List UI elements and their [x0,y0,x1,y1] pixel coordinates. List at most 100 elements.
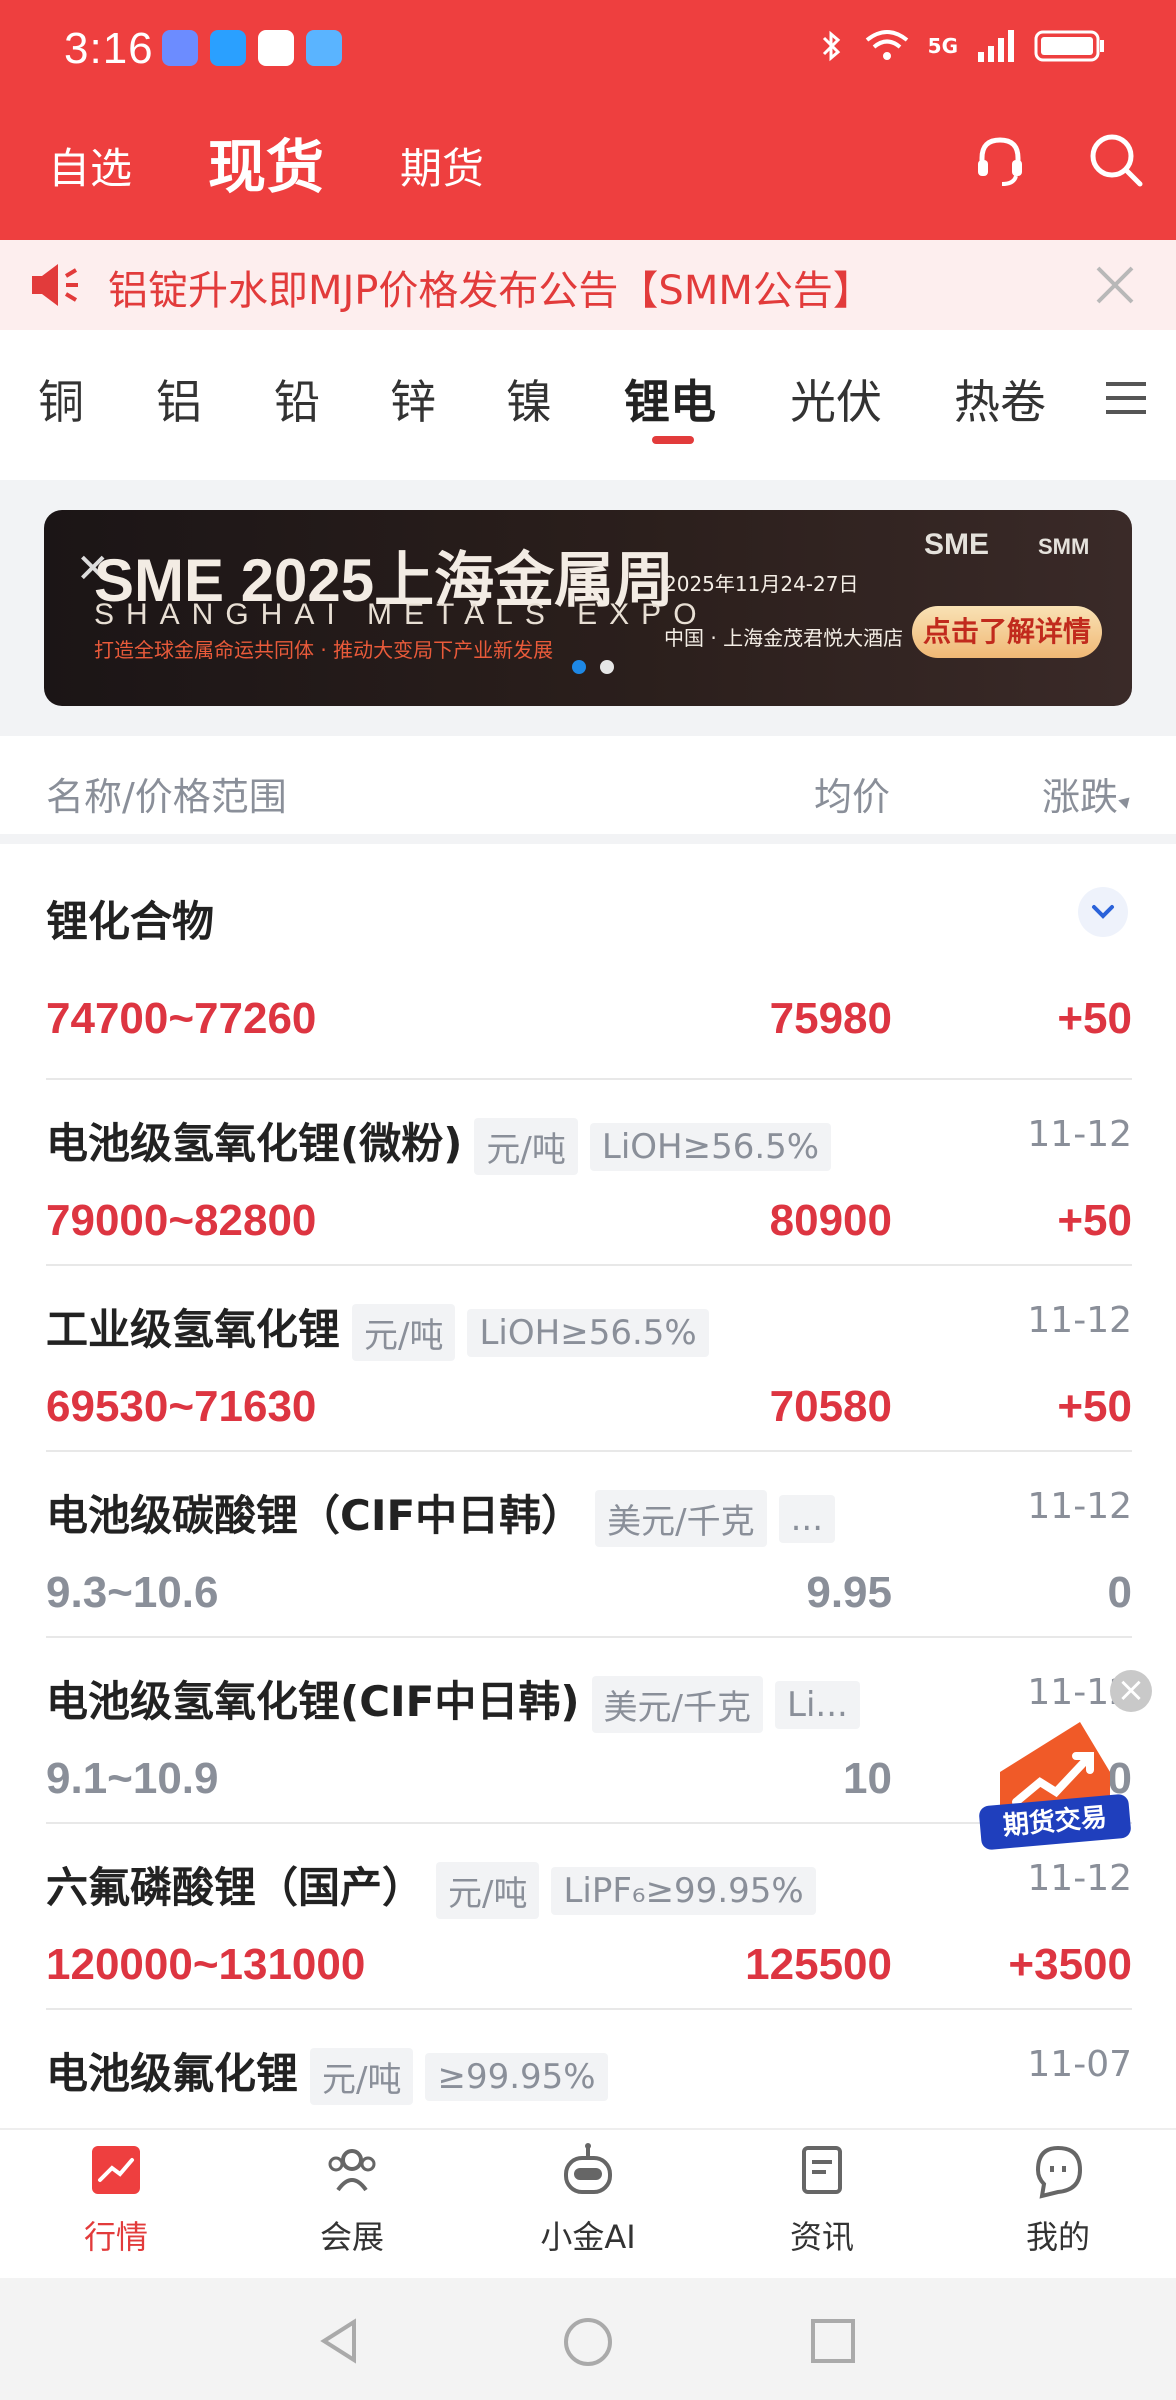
product-name-text: 电池级氟化锂 [46,2049,299,2098]
home-icon[interactable] [562,2316,614,2368]
mobile-app-icon [258,30,294,66]
system-navigation-bar [0,2278,1176,2400]
price-change: +50 [1057,1196,1132,1245]
category-tab-zinc[interactable]: 锌 [390,366,436,432]
price-date: 11-12 [1027,1300,1132,1341]
price-date: 11-12 [1027,1114,1132,1155]
banner-venue: 中国 · 上海金茂君悦大酒店 [664,626,904,650]
table-row[interactable]: 电池级氟化锂 元/吨 ≥99.95% 11-07 [46,2010,1132,2128]
price-range: 74700~77260 [46,994,317,1043]
product-name-text: 六氟磷酸锂（国产） [46,1863,425,1912]
status-indicators: 5G [818,28,1106,64]
nav-market[interactable]: 行情 [36,2140,196,2258]
price-date: 11-12 [1027,1858,1132,1899]
table-row[interactable]: 六氟磷酸锂（国产） 元/吨 LiPF₆≥99.95% 11-12 120000~13… [46,1824,1132,2010]
category-tab-copper[interactable]: 铜 [38,366,84,432]
unit-tag: 美元/千克 [595,1490,767,1547]
market-chart-icon [92,2146,140,2194]
banner-cta-button[interactable]: 点击了解详情 [912,606,1102,658]
category-tab-lead[interactable]: 铅 [274,366,320,432]
search-icon[interactable] [1086,130,1146,190]
nav-label: 我的 [1025,2218,1090,2256]
spec-tag: LiOH≥56.5% [467,1308,709,1357]
sme-logo: SME [924,528,990,561]
close-icon[interactable] [1088,258,1142,312]
wifi-icon [865,30,908,60]
network-type: 5G [927,34,958,58]
announcement-text[interactable]: 铝锭升水即MJP价格发布公告【SMM公告】 [108,258,873,316]
carousel-dot[interactable] [572,660,586,674]
status-time: 3:16 [64,24,154,73]
tab-futures[interactable]: 期货 [400,135,484,198]
price-change: +50 [1057,994,1132,1043]
spec-tag: LiPF₆≥99.95% [551,1866,816,1915]
back-icon[interactable] [316,2316,366,2366]
speaker-icon [32,264,78,306]
profile-icon [1035,2145,1083,2199]
spec-tag: ≥99.95% [425,2052,608,2101]
price-change: 0 [1107,1568,1132,1617]
price-change: +50 [1057,1382,1132,1431]
table-row[interactable]: 工业级氢氧化锂 元/吨 LiOH≥56.5% 11-12 69530~71630 7… [46,1266,1132,1452]
weather-app-icon [306,30,342,66]
customer-service-icon[interactable] [970,130,1030,190]
nav-exhibition[interactable]: 会展 [272,2140,432,2258]
active-tab-indicator [652,436,694,444]
average-price: 9.95 [806,1568,892,1617]
robot-icon [564,2143,612,2194]
banner-tagline: 打造全球金属命运共同体 · 推动大变局下产业新发展 [94,638,554,662]
product-name-text: 电池级氢氧化锂(微粉) [46,1119,463,1168]
price-range: 9.1~10.9 [46,1754,219,1803]
table-row[interactable]: 74700~77260 75980 +50 [46,950,1132,1080]
menu-icon[interactable] [1104,378,1148,418]
price-range: 79000~82800 [46,1196,317,1245]
spec-tag: LiOH≥56.5% [589,1122,832,1171]
spec-tag: Li... [775,1680,860,1729]
float-close-icon[interactable]: × [1110,1670,1152,1712]
nav-news[interactable]: 资讯 [742,2140,902,2258]
carousel-dot[interactable] [600,660,614,674]
table-row[interactable]: 电池级氢氧化锂(微粉) 元/吨 LiOH≥56.5% 11-12 79000~828… [46,1080,1132,1266]
tab-watchlist[interactable]: 自选 [48,135,132,198]
nav-label: 资讯 [789,2218,854,2256]
category-tab-hot-rolled[interactable]: 热卷 [954,366,1046,432]
column-change[interactable]: 涨跌 [1042,766,1118,821]
price-range: 120000~131000 [46,1940,366,1989]
tab-spot[interactable]: 现货 [208,120,324,206]
category-tab-lithium-battery[interactable]: 锂电 [624,366,716,432]
search-app-icon [210,30,246,66]
nav-label: 行情 [83,2218,148,2256]
product-name-text: 工业级氢氧化锂 [46,1305,341,1354]
market-tabs: 自选 现货 期货 [48,120,560,206]
nav-ai[interactable]: 小金AI [508,2140,668,2258]
chevron-down-icon[interactable] [1078,887,1128,937]
banner-date: 2025年11月24-27日 [664,572,859,596]
nav-profile[interactable]: 我的 [978,2140,1138,2258]
column-average[interactable]: 均价 [814,766,890,821]
table-row[interactable]: 电池级碳酸锂（CIF中日韩） 美元/千克... 11-12 9.3~10.6 9.… [46,1452,1132,1638]
price-range: 9.3~10.6 [46,1568,219,1617]
unit-tag: 元/吨 [474,1118,578,1175]
product-name: 电池级氟化锂 元/吨 ≥99.95% [46,2040,608,2105]
spec-tag: ... [778,1494,836,1543]
carousel-dots [572,660,614,674]
battery-icon [1034,30,1104,62]
category-tab-photovoltaic[interactable]: 光伏 [790,366,882,432]
product-name: 电池级氢氧化锂(微粉) 元/吨 LiOH≥56.5% [46,1110,832,1175]
promo-banner[interactable]: ✕ SME 2025上海金属周 SHANGHAI METALS EXPO 打造全… [44,510,1132,706]
people-icon [328,2149,376,2192]
category-tab-aluminum[interactable]: 铝 [156,366,202,432]
smm-logo: SMM [1038,534,1090,559]
unit-tag: 元/吨 [352,1304,456,1361]
average-price: 75980 [769,994,892,1043]
banner-subtitle: SHANGHAI METALS EXPO [94,598,709,631]
product-name: 电池级碳酸锂（CIF中日韩） 美元/千克... [46,1482,836,1547]
unit-tag: 美元/千克 [591,1676,764,1733]
price-date: 11-07 [1027,2044,1132,2085]
price-range: 69530~71630 [46,1382,317,1431]
music-app-icon [162,30,198,66]
recents-icon[interactable] [808,2316,858,2366]
category-tab-nickel[interactable]: 镍 [506,366,552,432]
notification-icons [162,30,342,66]
table-row[interactable]: 电池级氢氧化锂(CIF中日韩) 美元/千克 Li... 11-12 9.1~10.9… [46,1638,1132,1824]
